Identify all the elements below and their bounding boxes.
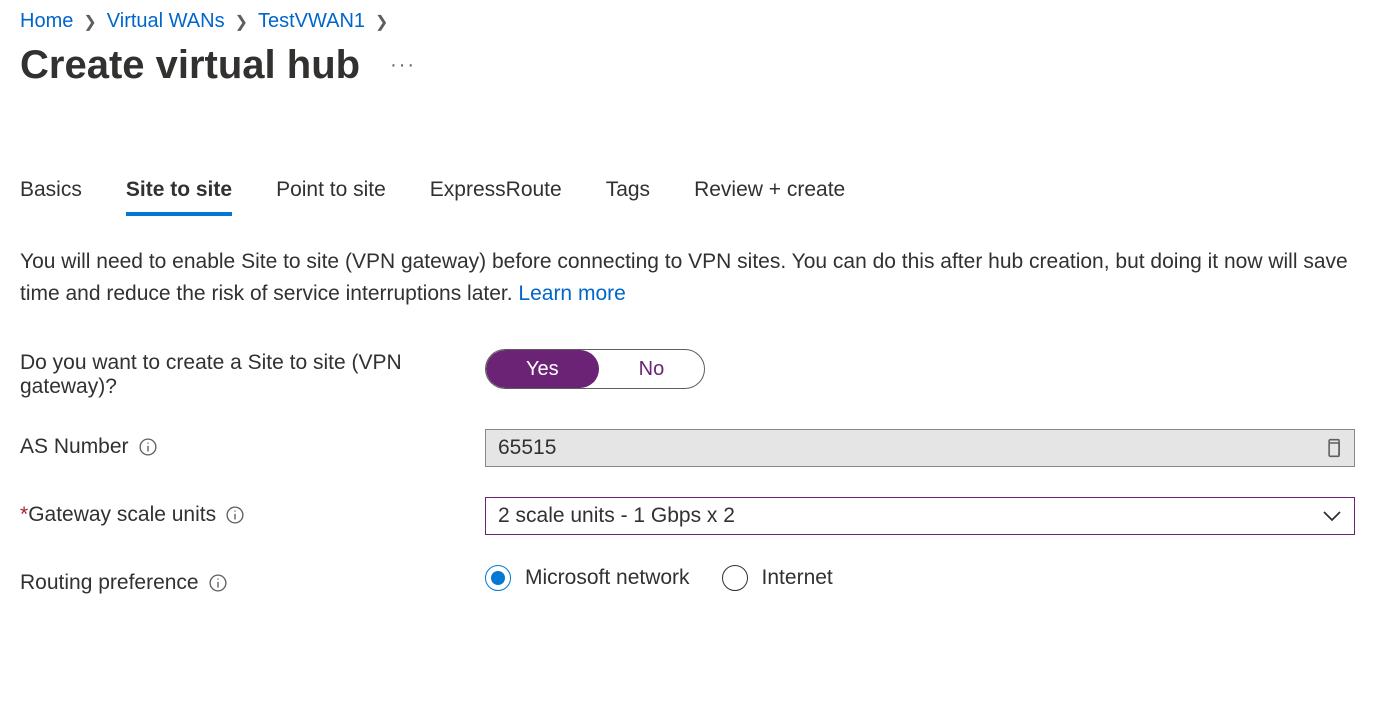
radio-circle-icon (722, 565, 748, 591)
breadcrumb: Home ❯ Virtual WANs ❯ TestVWAN1 ❯ (20, 10, 1365, 33)
chevron-right-icon: ❯ (375, 12, 388, 32)
info-icon[interactable] (139, 438, 157, 456)
tab-tags[interactable]: Tags (606, 178, 650, 216)
copy-icon[interactable] (1324, 438, 1342, 458)
gateway-scale-select[interactable]: 2 scale units - 1 Gbps x 2 (485, 497, 1355, 535)
tab-review-create[interactable]: Review + create (694, 178, 845, 216)
as-number-label: AS Number (20, 435, 129, 459)
as-number-field: 65515 (485, 429, 1355, 467)
radio-internet[interactable]: Internet (722, 565, 833, 591)
breadcrumb-testvwan1[interactable]: TestVWAN1 (258, 10, 365, 33)
tab-site-to-site[interactable]: Site to site (126, 178, 232, 216)
radio-label: Microsoft network (525, 566, 690, 590)
info-icon[interactable] (209, 574, 227, 592)
tab-expressroute[interactable]: ExpressRoute (430, 178, 562, 216)
title-row: Create virtual hub ··· (20, 43, 1365, 88)
toggle-no[interactable]: No (599, 350, 705, 388)
more-actions-icon[interactable]: ··· (390, 54, 416, 77)
routing-pref-label: Routing preference (20, 571, 199, 595)
routing-pref-radio-group: Microsoft network Internet (485, 565, 1355, 591)
radio-label: Internet (762, 566, 833, 590)
toggle-yes[interactable]: Yes (486, 350, 599, 388)
as-number-value: 65515 (498, 436, 556, 460)
breadcrumb-virtual-wans[interactable]: Virtual WANs (107, 10, 225, 33)
tab-point-to-site[interactable]: Point to site (276, 178, 386, 216)
description-text: You will need to enable Site to site (VP… (20, 250, 1348, 305)
learn-more-link[interactable]: Learn more (518, 282, 625, 305)
create-gateway-label: Do you want to create a Site to site (VP… (20, 351, 485, 399)
info-icon[interactable] (226, 506, 244, 524)
chevron-right-icon: ❯ (235, 12, 248, 32)
page-title: Create virtual hub (20, 43, 360, 88)
radio-microsoft-network[interactable]: Microsoft network (485, 565, 690, 591)
tab-basics[interactable]: Basics (20, 178, 82, 216)
gateway-scale-value: 2 scale units - 1 Gbps x 2 (498, 504, 735, 528)
chevron-right-icon: ❯ (83, 12, 96, 32)
radio-circle-icon (485, 565, 511, 591)
breadcrumb-home[interactable]: Home (20, 10, 73, 33)
create-gateway-toggle: Yes No (485, 349, 705, 389)
tab-description: You will need to enable Site to site (VP… (20, 246, 1360, 309)
tabs: Basics Site to site Point to site Expres… (20, 178, 1365, 216)
chevron-down-icon (1322, 504, 1342, 528)
required-marker: * (20, 503, 28, 526)
gateway-scale-label: Gateway scale units (28, 503, 216, 526)
